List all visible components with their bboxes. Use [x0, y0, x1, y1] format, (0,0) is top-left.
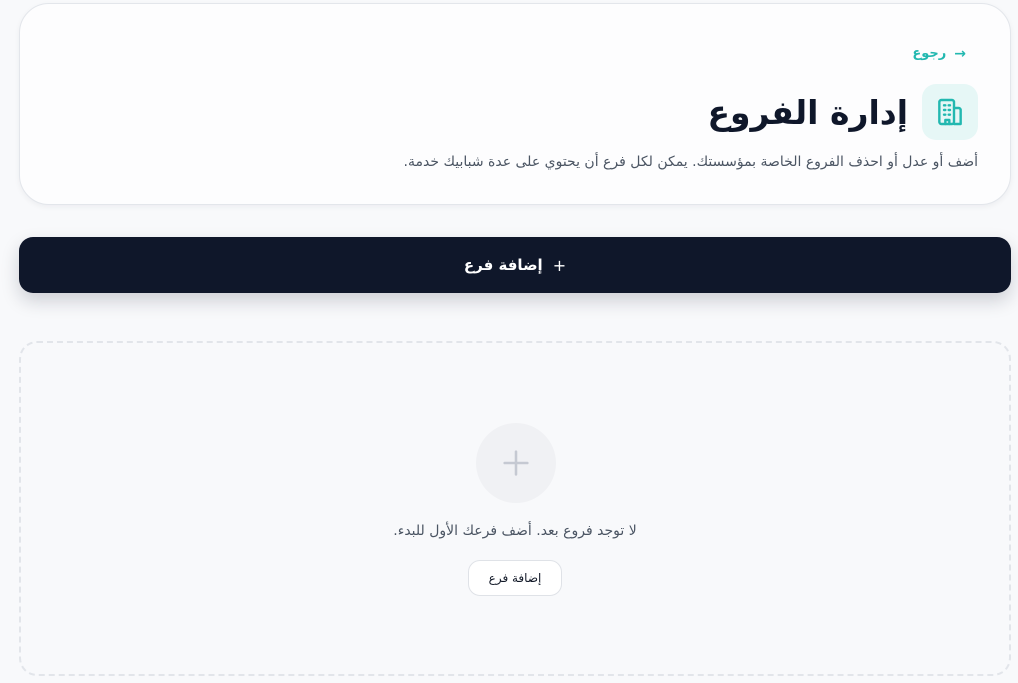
building-icon — [922, 84, 978, 140]
header-card: → رجوع إدارة الفروع أضف أو عدل أو احذف ا… — [19, 3, 1011, 205]
empty-state: لا توجد فروع بعد. أضف فرعك الأول للبدء. … — [19, 341, 1011, 676]
back-label: رجوع — [912, 46, 947, 61]
add-branch-label: إضافة فرع — [463, 256, 543, 274]
page-subtitle: أضف أو عدل أو احذف الفروع الخاصة بمؤسستك… — [403, 154, 978, 170]
branches-page: → رجوع إدارة الفروع أضف أو عدل أو احذف ا… — [0, 0, 1018, 683]
add-branch-button[interactable]: + إضافة فرع — [19, 237, 1011, 293]
empty-message: لا توجد فروع بعد. أضف فرعك الأول للبدء. — [393, 523, 637, 539]
empty-plus-icon — [476, 423, 556, 503]
arrow-right-icon: → — [954, 45, 966, 62]
empty-add-branch-button[interactable]: إضافة فرع — [468, 560, 562, 596]
plus-icon: + — [552, 255, 567, 275]
back-link[interactable]: → رجوع — [912, 46, 966, 61]
page-title: إدارة الفروع — [707, 92, 908, 132]
title-row: إدارة الفروع — [707, 84, 978, 140]
